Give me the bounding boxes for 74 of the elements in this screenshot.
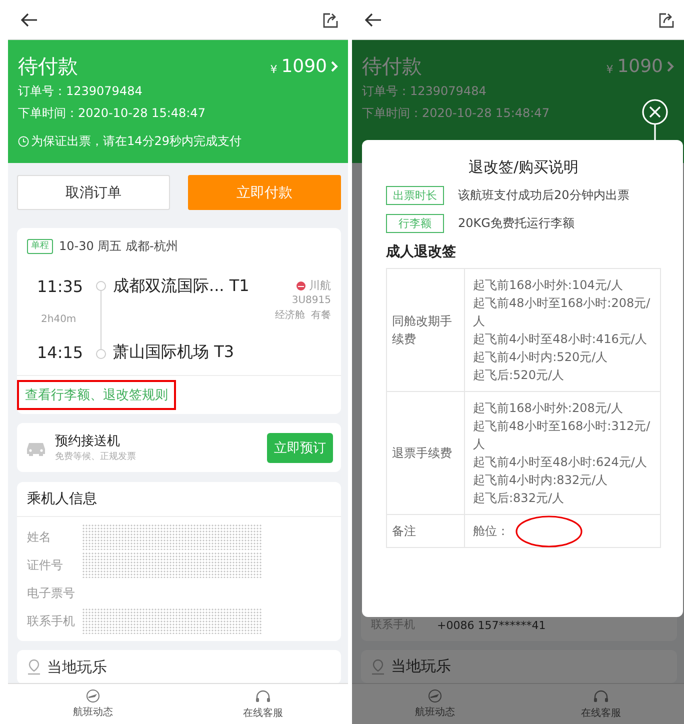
chevron-icon[interactable] [331, 60, 338, 72]
close-icon[interactable] [640, 98, 670, 140]
arrival-airport: 萧山国际机场 T3 [113, 342, 236, 362]
info-text: 该航班支付成功后20分钟内出票 [458, 186, 630, 204]
currency-sign: ¥ [270, 62, 278, 76]
cancel-button[interactable]: 取消订单 [17, 175, 170, 210]
back-icon[interactable] [364, 12, 382, 28]
order-status: 待付款 [18, 52, 78, 80]
rules-link[interactable]: 查看行李额、退改签规则 [25, 386, 168, 404]
order-status: 待付款 [362, 52, 422, 80]
departure-time: 11:35 [36, 276, 84, 296]
order-time: 下单时间：2020-10-28 15:48:47 [362, 105, 550, 122]
flight-duration: 2h40m [40, 314, 78, 324]
fee-rule: 起飞前48小时至168小时:312元/人 [473, 418, 652, 453]
local-title: 当地玩乐 [47, 658, 107, 676]
local-card[interactable]: 当地玩乐 [17, 650, 341, 683]
share-icon[interactable] [322, 12, 338, 28]
table-cell-text: 舱位： [473, 523, 510, 540]
headset-icon [255, 688, 271, 704]
back-icon[interactable] [20, 12, 38, 28]
info-text: 20KG免费托运行李额 [458, 214, 574, 232]
airline-name: 川航 [309, 278, 331, 293]
fee-rule: 起飞前168小时外:208元/人 [473, 400, 624, 417]
nav-tab[interactable]: 在线客服 [178, 684, 348, 724]
table-cell: 退票手续费 [387, 392, 465, 514]
section-heading: 成人退改签 [386, 243, 457, 262]
passenger-title: 乘机人信息 [17, 482, 341, 517]
local-title: 当地玩乐 [391, 657, 451, 676]
cabin-class: 经济舱 [275, 308, 305, 323]
info-tag: 出票时长 [386, 186, 444, 204]
transfer-title: 预约接送机 [55, 433, 121, 450]
fee-rule: 起飞前4小时至48小时:416元/人 [473, 331, 648, 348]
meal-info: 有餐 [311, 308, 331, 323]
order-amount: 1090 [281, 56, 327, 76]
fee-rule: 起飞前48小时至168小时:208元/人 [473, 295, 652, 330]
dialog-title: 退改签/购买说明 [467, 157, 580, 177]
field-label: 电子票号 [27, 584, 76, 602]
book-button[interactable]: 立即预订 [267, 432, 333, 462]
fee-rule: 起飞前4小时至48小时:624元/人 [473, 454, 648, 471]
trip-type-tag: 单程 [27, 238, 53, 254]
flight-number: 3U8915 [292, 294, 331, 308]
table-cell: 同舱改期手续费 [387, 269, 465, 391]
field-label: 证件号 [27, 556, 64, 574]
payment-countdown: 为保证出票，请在14分29秒内完成支付 [31, 133, 242, 150]
fee-rule: 起飞前4小时内:832元/人 [473, 472, 609, 489]
table-cell: 备注 [387, 515, 465, 547]
location-pin-icon [27, 659, 41, 675]
transfer-subtitle: 免费等候、正规发票 [55, 450, 137, 463]
order-number: 订单号：1239079484 [362, 83, 486, 100]
nav-tab[interactable]: 航班动态 [8, 684, 178, 724]
order-number: 订单号：1239079484 [18, 83, 142, 100]
flight-summary: 10-30 周五 成都-杭州 [59, 238, 178, 254]
fee-rule: 起飞前4小时内:520元/人 [473, 349, 609, 366]
info-tag: 行李额 [386, 214, 444, 232]
fee-rule: 起飞前168小时外:104元/人 [473, 277, 624, 294]
fee-rule: 起飞后:832元/人 [473, 490, 565, 507]
phone-number: +0086 157******41 [437, 619, 546, 632]
clock-icon [18, 136, 29, 146]
headset-icon [593, 688, 609, 704]
local-card[interactable]: 当地玩乐 [361, 650, 677, 683]
fee-rule: 起飞后:520元/人 [473, 367, 565, 384]
field-label: 姓名 [27, 528, 52, 546]
currency-sign: ¥ [606, 62, 614, 76]
order-amount: 1090 [617, 56, 663, 76]
share-icon[interactable] [658, 12, 674, 28]
order-time: 下单时间：2020-10-28 15:48:47 [18, 105, 206, 122]
departure-airport: 成都双流国际... T1 [113, 276, 250, 296]
field-label: 联系手机 [27, 612, 76, 630]
location-pin-icon [371, 658, 385, 674]
arrival-time: 14:15 [36, 342, 84, 362]
pay-button[interactable]: 立即付款 [188, 175, 341, 210]
nav-tab[interactable]: 航班动态 [352, 684, 518, 724]
nav-tab[interactable]: 在线客服 [518, 684, 684, 724]
airline-logo-icon [296, 280, 306, 290]
